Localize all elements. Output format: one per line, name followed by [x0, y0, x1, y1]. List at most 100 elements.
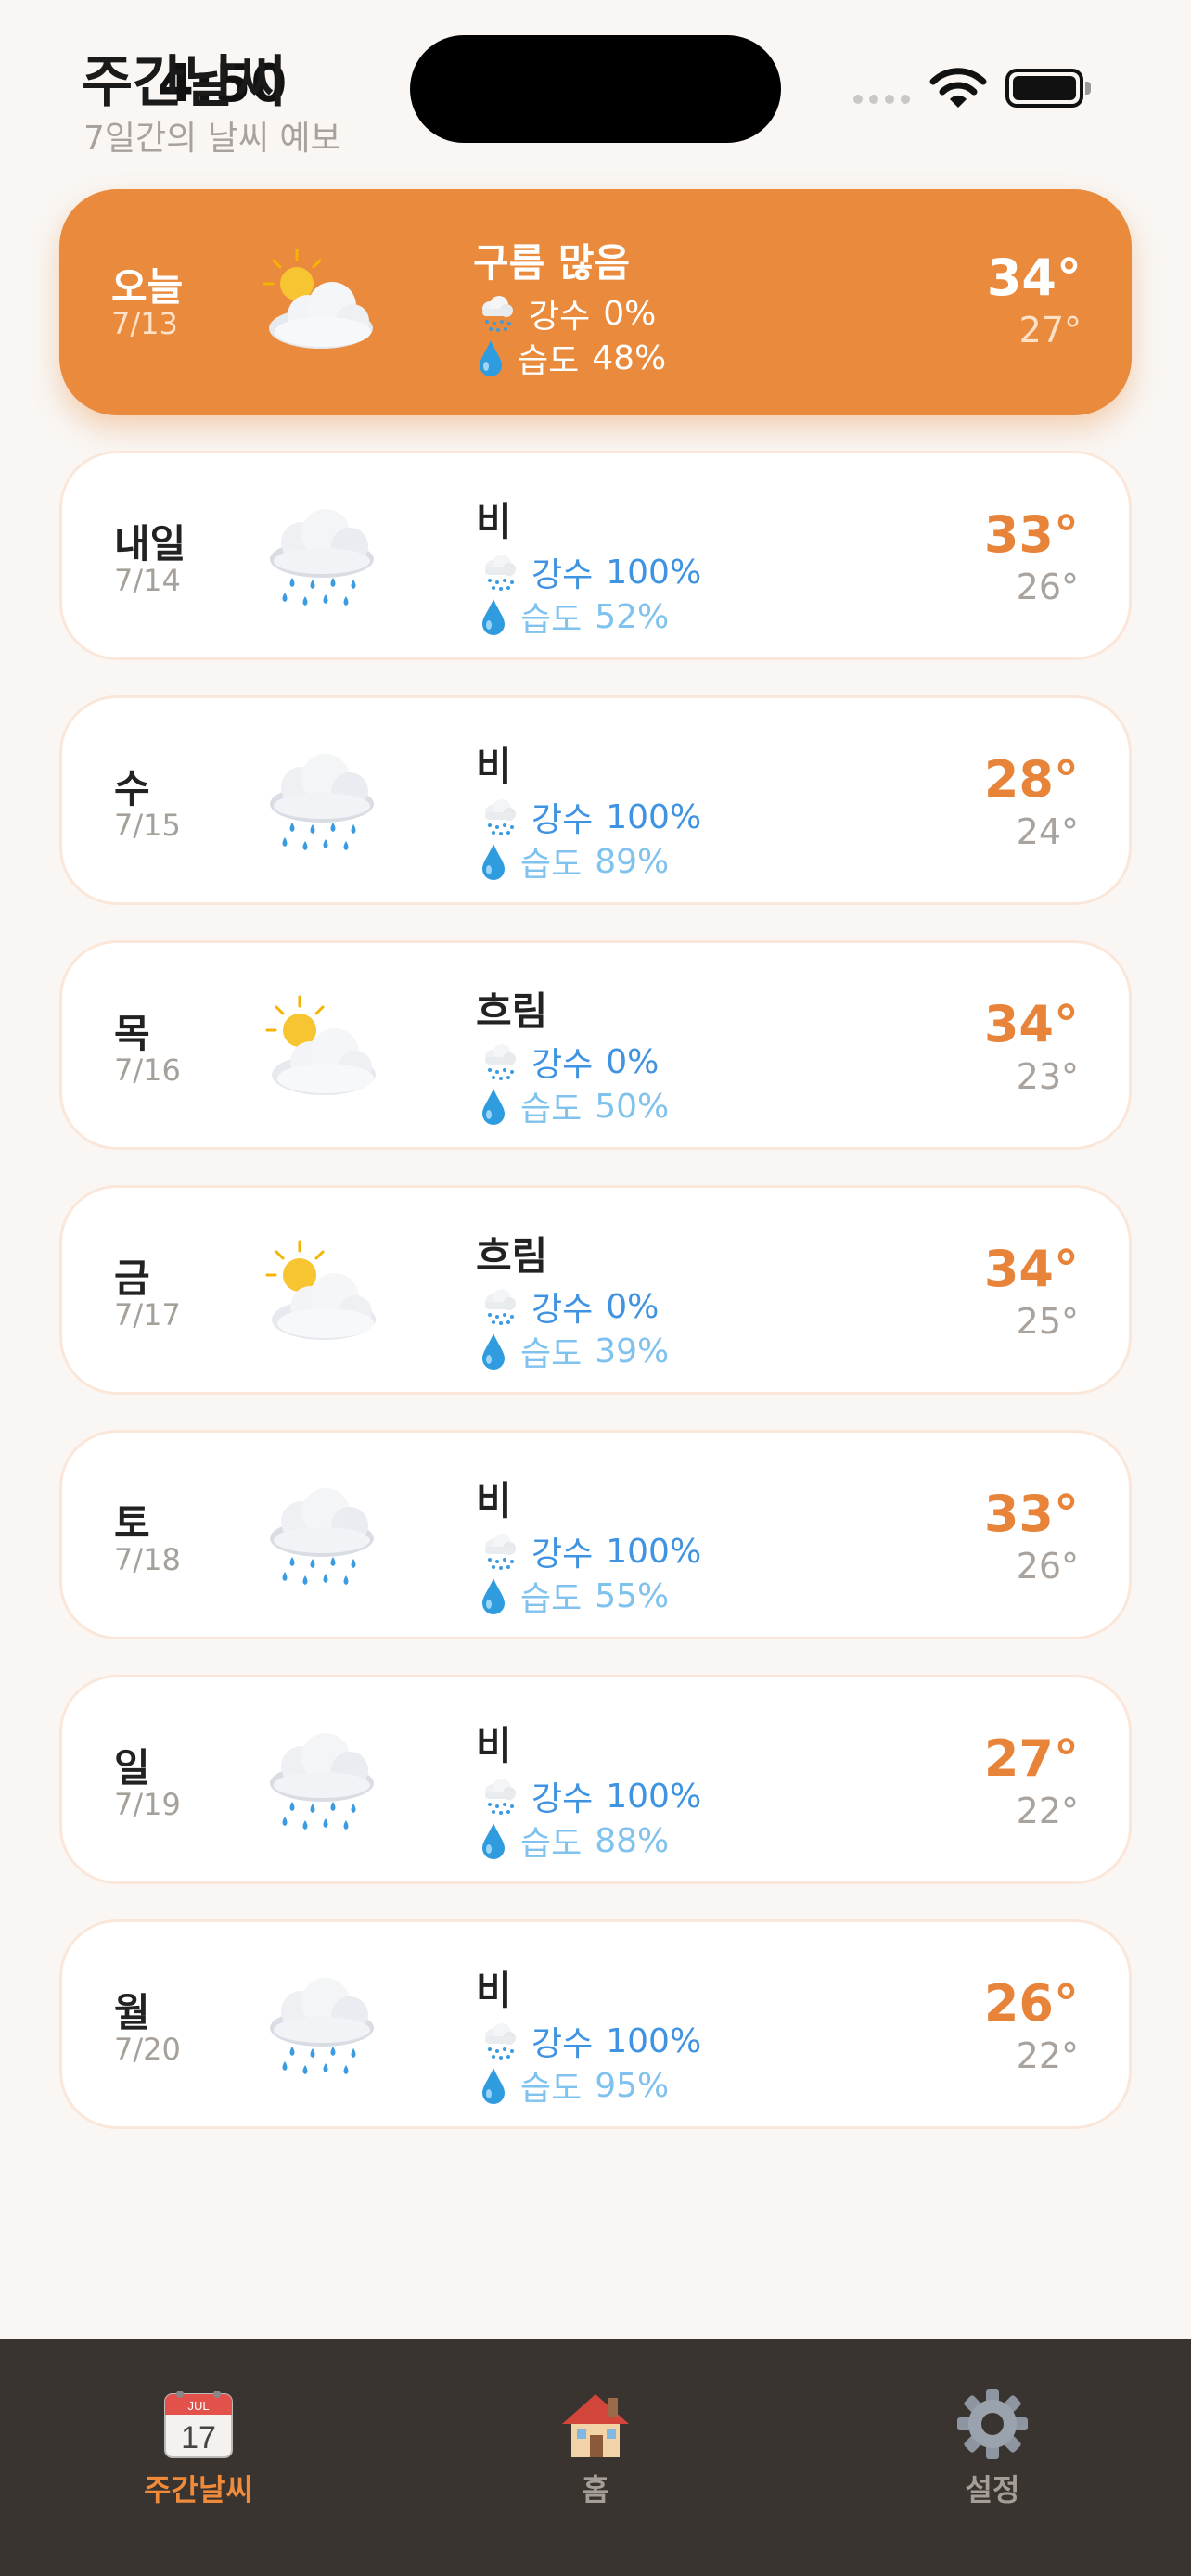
tab-home[interactable]: 홈 — [503, 2387, 688, 2509]
low-temp: 26° — [1016, 1546, 1079, 1587]
dynamic-island — [410, 35, 781, 143]
humidity-label: 습도 — [518, 342, 580, 380]
forecast-card[interactable]: 목 7/16 흐림 강수 0% 습도 50% 34° 23° — [59, 940, 1132, 1150]
humidity-value: 95% — [595, 2066, 670, 2105]
precip-row: 강수 0% — [480, 1282, 659, 1331]
low-temp: 25° — [1016, 1301, 1079, 1342]
page-title: 주간날씨 — [82, 50, 287, 115]
tab-settings-label: 설정 — [965, 2472, 1020, 2507]
precip-value: 100% — [606, 1777, 702, 1816]
precip-value: 0% — [603, 294, 657, 333]
precip-cloud-icon — [485, 799, 516, 835]
day-label: 목 — [114, 1011, 150, 1056]
precip-value: 100% — [606, 2021, 702, 2060]
date-label: 7/18 — [114, 1542, 181, 1577]
precip-value: 100% — [606, 553, 702, 592]
condition-label: 흐림 — [476, 988, 548, 1034]
condition-label: 비 — [476, 1723, 512, 1768]
low-temp: 27° — [1018, 310, 1082, 351]
precip-cloud-icon — [485, 1289, 516, 1325]
precip-label: 강수 — [531, 556, 594, 594]
sun-behind-cloud-icon — [263, 249, 373, 349]
rain-cloud-icon — [270, 1978, 374, 2074]
rain-cloud-icon — [270, 1733, 374, 1830]
precip-cloud-icon — [482, 296, 513, 332]
humidity-label: 습도 — [520, 1090, 583, 1129]
humidity-value: 89% — [595, 842, 670, 881]
humidity-label: 습도 — [520, 846, 583, 884]
droplet-icon — [482, 599, 505, 635]
precip-label: 강수 — [529, 298, 591, 336]
day-label: 일 — [114, 1745, 150, 1791]
tab-settings[interactable]: 설정 — [900, 2387, 1085, 2509]
tab-weekly-label: 주간날씨 — [144, 2472, 253, 2507]
forecast-card[interactable]: 토 7/18 비 강수 100% 습도 55% 33° 26° — [59, 1430, 1132, 1639]
humidity-row: 습도 52% — [480, 593, 669, 641]
low-temp: 23° — [1016, 1056, 1079, 1097]
date-label: 7/17 — [114, 1297, 181, 1333]
precip-value: 0% — [606, 1042, 660, 1081]
precip-label: 강수 — [531, 1291, 594, 1329]
day-label: 월 — [114, 1990, 150, 2035]
precip-label: 강수 — [531, 2025, 594, 2063]
date-label: 7/15 — [114, 808, 181, 843]
gear-icon — [957, 2389, 1028, 2459]
droplet-icon — [482, 2068, 505, 2104]
humidity-label: 습도 — [520, 1825, 583, 1863]
precip-cloud-icon — [485, 2023, 516, 2060]
high-temp: 34° — [983, 995, 1079, 1053]
humidity-value: 48% — [592, 338, 667, 377]
forecast-card[interactable]: 월 7/20 비 강수 100% 습도 95% 26° 22° — [59, 1919, 1132, 2129]
forecast-card[interactable]: 내일 7/14 비강수 100% 습도 52% 33° 26° — [59, 451, 1132, 660]
tab-weekly[interactable]: JUL 17 주간날씨 — [106, 2387, 291, 2509]
precip-row: 강수 100% — [480, 793, 701, 841]
calendar-day: 17 — [181, 2420, 216, 2455]
forecast-card[interactable]: 일 7/19 비 강수 100% 습도 88% 27° 22° — [59, 1675, 1132, 1884]
precip-label: 강수 — [531, 1780, 594, 1818]
precip-value: 100% — [606, 797, 702, 836]
tab-bar: JUL 17 주간날씨 홈 설정 — [0, 2339, 1191, 2576]
humidity-row: 습도 95% — [480, 2061, 669, 2110]
rain-cloud-icon — [270, 754, 374, 850]
rain-cloud-icon — [270, 1488, 374, 1585]
droplet-icon — [482, 1823, 505, 1859]
humidity-label: 습도 — [520, 1580, 583, 1618]
condition-label: 흐림 — [476, 1233, 548, 1279]
droplet-icon — [482, 1578, 505, 1614]
high-temp: 33° — [983, 505, 1079, 564]
day-label: 수 — [114, 766, 150, 811]
precip-row: 강수 0% — [480, 1038, 659, 1086]
precip-label: 강수 — [531, 1536, 594, 1574]
humidity-row: 습도 39% — [480, 1327, 669, 1375]
condition-label: 비 — [476, 499, 512, 544]
forecast-card[interactable]: 금 7/17 흐림 강수 0% 습도 39% 34° 25° — [59, 1185, 1132, 1395]
rain-cloud-icon — [270, 509, 374, 606]
low-temp: 26° — [1016, 567, 1079, 607]
forecast-card[interactable]: 수 7/15 비 강수 100% 습도 89% 28° 24° — [59, 695, 1132, 905]
high-temp: 27° — [983, 1729, 1079, 1788]
high-temp: 26° — [983, 1974, 1079, 2033]
precip-value: 0% — [606, 1287, 660, 1326]
humidity-label: 습도 — [520, 2070, 583, 2108]
date-label: 7/20 — [114, 2032, 181, 2067]
low-temp: 22° — [1016, 1791, 1079, 1831]
humidity-row: 습도 50% — [480, 1082, 669, 1130]
humidity-value: 88% — [595, 1821, 670, 1860]
droplet-icon — [482, 844, 505, 880]
low-temp: 24° — [1016, 811, 1079, 852]
date-label: 7/14 — [114, 563, 181, 598]
humidity-value: 52% — [595, 597, 670, 636]
date-label: 7/13 — [111, 306, 178, 341]
wifi-icon — [929, 68, 987, 108]
forecast-card[interactable]: 오늘 7/13 구름 많음 강수 0% 습도 48% 34° 27° — [59, 189, 1132, 415]
low-temp: 22° — [1016, 2035, 1079, 2076]
precip-cloud-icon — [485, 1044, 516, 1080]
day-label: 내일 — [114, 521, 186, 567]
high-temp: 33° — [983, 1485, 1079, 1543]
cellular-signal-icon — [853, 95, 910, 104]
high-temp: 28° — [983, 750, 1079, 809]
precip-row: 강수 100% — [480, 2017, 701, 2065]
day-label: 토 — [114, 1500, 150, 1546]
house-icon — [562, 2394, 629, 2457]
date-label: 7/16 — [114, 1052, 181, 1088]
